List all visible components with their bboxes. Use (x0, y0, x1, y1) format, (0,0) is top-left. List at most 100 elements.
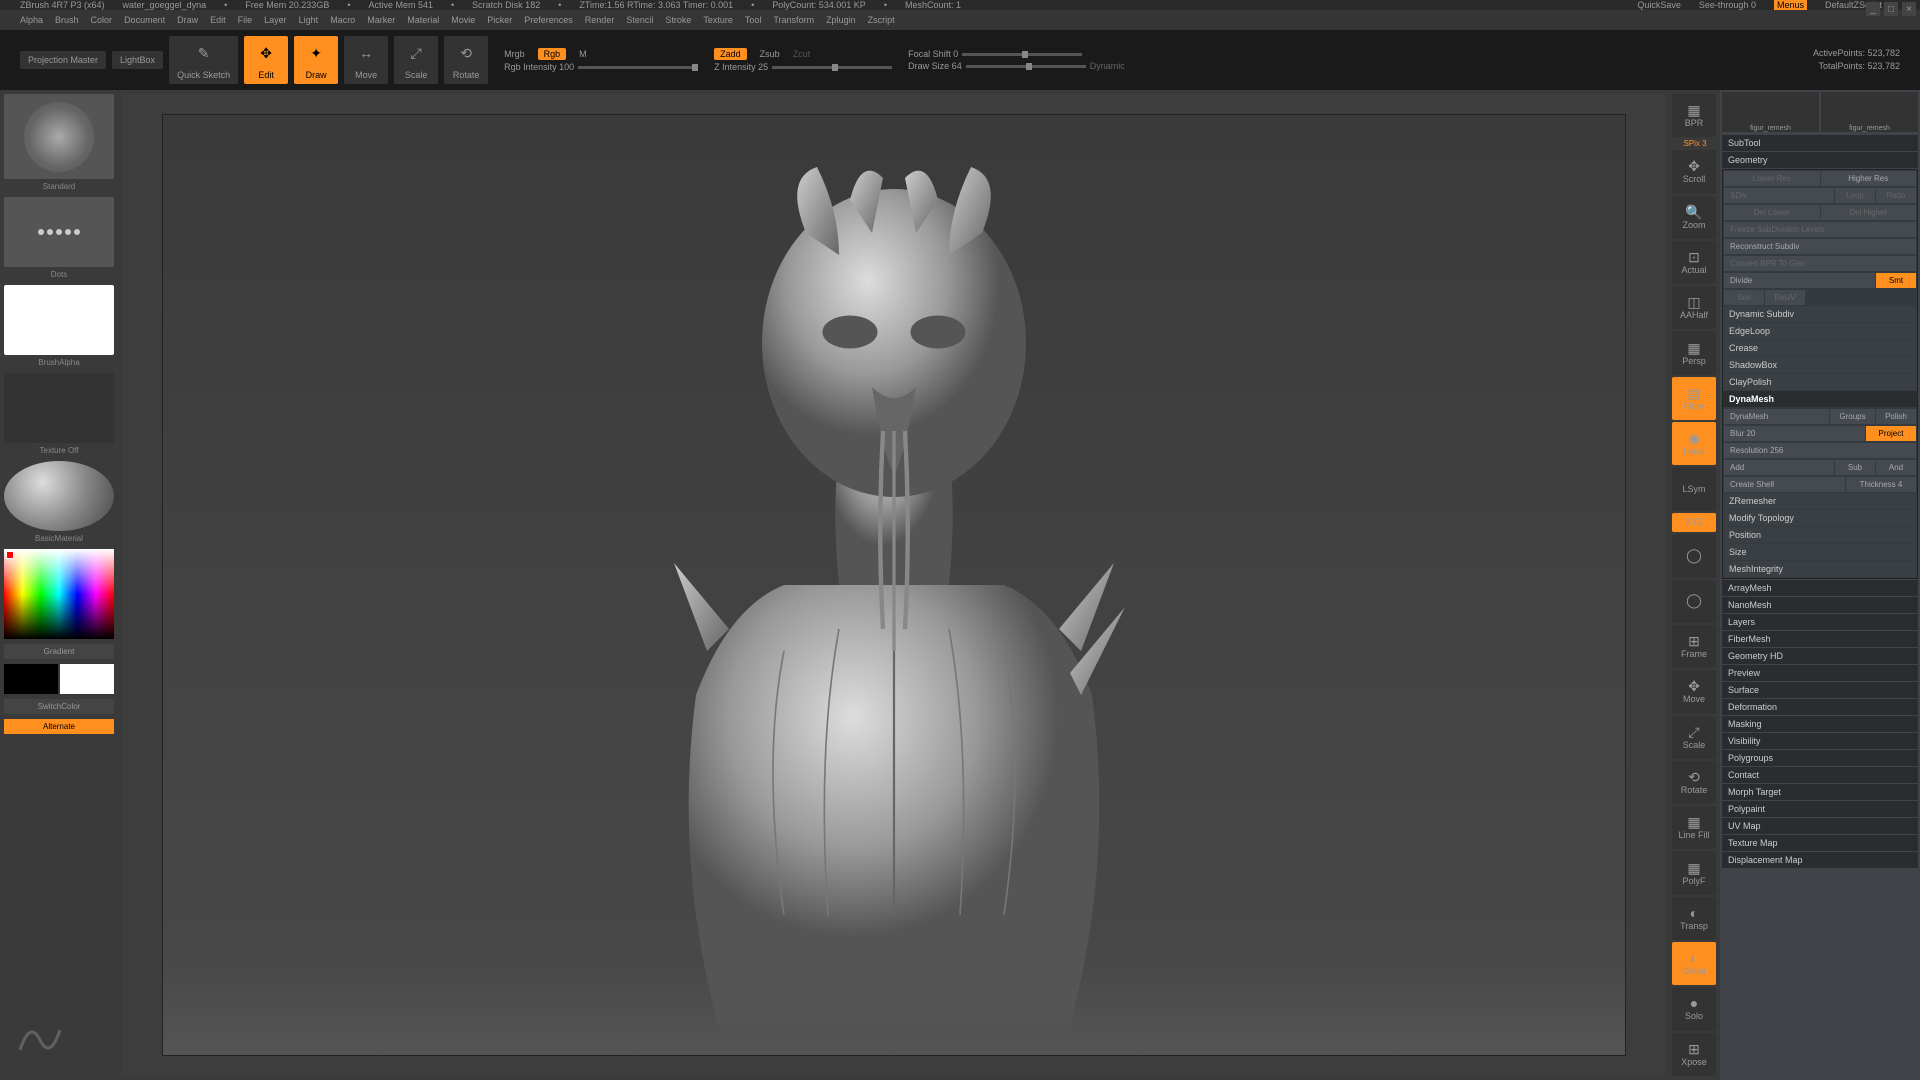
projection-master-button[interactable]: Projection Master (20, 51, 106, 70)
divide-button[interactable]: Divide (1724, 273, 1875, 288)
deformation-header[interactable]: Deformation (1722, 699, 1918, 715)
transp-button[interactable]: ◐Transp (1672, 897, 1716, 940)
ratio-button[interactable]: Ratio (1876, 188, 1916, 203)
and-button[interactable]: And (1876, 460, 1916, 475)
switchcolor-button[interactable]: SwitchColor (4, 699, 114, 714)
dynamic-button[interactable]: Dynamic (1090, 61, 1125, 71)
color-picker[interactable] (4, 549, 114, 639)
draw-size-track[interactable] (966, 65, 1086, 68)
menu-zplugin[interactable]: Zplugin (826, 15, 856, 25)
suv-button[interactable]: Suv (1724, 290, 1764, 305)
stroke-selector[interactable]: Dots (4, 197, 114, 267)
shadowbox-item[interactable]: ShadowBox (1723, 357, 1917, 373)
xpose-button[interactable]: ⊞Xpose (1672, 1033, 1716, 1076)
brush-selector[interactable]: Standard (4, 94, 114, 179)
polyf-button[interactable]: ▦PolyF (1672, 851, 1716, 894)
meshint-item[interactable]: MeshIntegrity (1723, 561, 1917, 577)
menu-color[interactable]: Color (91, 15, 113, 25)
menu-file[interactable]: File (238, 15, 253, 25)
alternate-button[interactable]: Alternate (4, 719, 114, 734)
menu-material[interactable]: Material (407, 15, 439, 25)
menu-stroke[interactable]: Stroke (665, 15, 691, 25)
menu-preferences[interactable]: Preferences (524, 15, 573, 25)
maximize-icon[interactable]: □ (1884, 2, 1898, 16)
primary-color[interactable] (60, 664, 114, 694)
menu-stencil[interactable]: Stencil (626, 15, 653, 25)
alpha-selector[interactable]: BrushAlpha (4, 285, 114, 355)
rgb-intensity-track[interactable] (578, 66, 698, 69)
groups-button[interactable]: Groups (1830, 409, 1875, 424)
morph-header[interactable]: Morph Target (1722, 784, 1918, 800)
higherres-button[interactable]: Higher Res (1821, 171, 1917, 186)
move-button[interactable]: ↔Move (344, 36, 388, 85)
layers-header[interactable]: Layers (1722, 614, 1918, 630)
menu-movie[interactable]: Movie (451, 15, 475, 25)
smt-button[interactable]: Smt (1876, 273, 1916, 288)
fibermesh-header[interactable]: FiberMesh (1722, 631, 1918, 647)
menu-macro[interactable]: Macro (330, 15, 355, 25)
dynamesh-button[interactable]: DynaMesh (1724, 409, 1829, 424)
actual-button[interactable]: ⊡Actual (1672, 241, 1716, 284)
visibility-header[interactable]: Visibility (1722, 733, 1918, 749)
texmap-header[interactable]: Texture Map (1722, 835, 1918, 851)
gradient-button[interactable]: Gradient (4, 644, 114, 659)
subtool-header[interactable]: SubTool (1722, 135, 1918, 151)
menu-draw[interactable]: Draw (177, 15, 198, 25)
zcut-button[interactable]: Zcut (793, 49, 811, 59)
polypaint-header[interactable]: Polypaint (1722, 801, 1918, 817)
z-intensity-track[interactable] (772, 66, 892, 69)
resolution-slider[interactable]: Resolution 256 (1724, 443, 1916, 458)
menu-picker[interactable]: Picker (487, 15, 512, 25)
menu-zscript[interactable]: Zscript (868, 15, 895, 25)
aahalf-button[interactable]: ◫AAHalf (1672, 286, 1716, 329)
masking-header[interactable]: Masking (1722, 716, 1918, 732)
scroll-button[interactable]: ✥Scroll (1672, 150, 1716, 193)
uvmap-header[interactable]: UV Map (1722, 818, 1918, 834)
scale-button[interactable]: ⤢Scale (394, 36, 438, 85)
xyz-button[interactable]: XYZ (1672, 513, 1716, 533)
scale-nav-button[interactable]: ⤢Scale (1672, 716, 1716, 759)
reconstruct-button[interactable]: Reconstruct Subdiv (1724, 239, 1916, 254)
spix-label[interactable]: SPix 3 (1672, 139, 1718, 148)
surface-header[interactable]: Surface (1722, 682, 1918, 698)
preview-header[interactable]: Preview (1722, 665, 1918, 681)
modtopo-item[interactable]: Modify Topology (1723, 510, 1917, 526)
reuv-button[interactable]: ReUV (1765, 290, 1805, 305)
material-selector[interactable]: BasicMaterial (4, 461, 114, 531)
rotate-button[interactable]: ⟲Rotate (444, 36, 488, 85)
menu-brush[interactable]: Brush (55, 15, 79, 25)
edit-button[interactable]: ✥Edit (244, 36, 288, 85)
z-intensity-slider[interactable]: Z Intensity 25 (714, 62, 768, 72)
move-nav-button[interactable]: ✥Move (1672, 670, 1716, 713)
local-button[interactable]: ◉Local (1672, 422, 1716, 465)
freeze-button[interactable]: Freeze SubDivision Levels (1724, 222, 1916, 237)
loop-button[interactable]: Loop (1835, 188, 1875, 203)
zadd-button[interactable]: Zadd (714, 48, 747, 60)
arraymesh-header[interactable]: ArrayMesh (1722, 580, 1918, 596)
quicksave-button[interactable]: QuickSave (1637, 0, 1681, 10)
add-button[interactable]: Add (1724, 460, 1834, 475)
minimize-icon[interactable]: _ (1866, 2, 1880, 16)
solo-button[interactable]: ●Solo (1672, 987, 1716, 1030)
menu-marker[interactable]: Marker (367, 15, 395, 25)
geomhd-header[interactable]: Geometry HD (1722, 648, 1918, 664)
frame-button[interactable]: ⊞Frame (1672, 625, 1716, 668)
draw-button[interactable]: ✦Draw (294, 36, 338, 85)
close-icon[interactable]: × (1902, 2, 1916, 16)
menu-texture[interactable]: Texture (703, 15, 733, 25)
rotate-nav-button[interactable]: ⟲Rotate (1672, 761, 1716, 804)
menu-layer[interactable]: Layer (264, 15, 287, 25)
project-button[interactable]: Project (1866, 426, 1916, 441)
linefill-button[interactable]: ▦Line Fill (1672, 806, 1716, 849)
draw-size-slider[interactable]: Draw Size 64 (908, 61, 962, 71)
floor-button[interactable]: ▤Floor (1672, 377, 1716, 420)
geometry-header[interactable]: Geometry (1722, 152, 1918, 168)
contact-header[interactable]: Contact (1722, 767, 1918, 783)
position-item[interactable]: Position (1723, 527, 1917, 543)
thickness-slider[interactable]: Thickness 4 (1846, 477, 1916, 492)
focal-shift-slider[interactable]: Focal Shift 0 (908, 49, 958, 59)
size-item[interactable]: Size (1723, 544, 1917, 560)
polygroups-header[interactable]: Polygroups (1722, 750, 1918, 766)
menu-tool[interactable]: Tool (745, 15, 762, 25)
sdiv-slider[interactable]: SDiv (1724, 188, 1834, 203)
